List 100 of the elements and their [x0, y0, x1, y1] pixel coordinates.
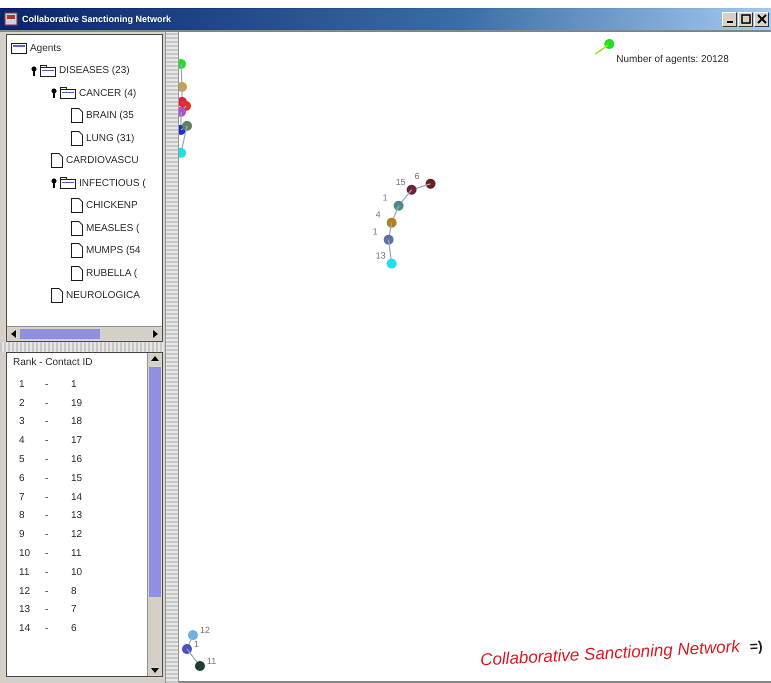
agent-node[interactable] [386, 258, 397, 269]
tree-item[interactable]: NEUROLOGICA [66, 290, 140, 302]
node-label: 13 [376, 250, 386, 261]
expand-handle-icon[interactable] [31, 66, 37, 76]
tree-item[interactable]: MEASLES ( [86, 222, 140, 234]
tree-item[interactable]: DISEASES (23) [59, 65, 130, 76]
separator-dash: - [45, 586, 50, 597]
maximize-button[interactable] [738, 12, 753, 26]
tree-item[interactable]: CANCER (4) [79, 88, 136, 99]
document-icon [71, 108, 83, 124]
agent-node[interactable] [386, 218, 397, 228]
contact-id: 10 [71, 566, 84, 578]
contact-id: 6 [71, 623, 78, 634]
separator-dash: - [45, 566, 50, 578]
scroll-up-icon[interactable] [151, 355, 159, 363]
contact-id: 14 [71, 492, 84, 503]
window-title: Collaborative Sanctioning Network [22, 14, 172, 24]
minimize-icon [726, 21, 732, 23]
close-icon [756, 14, 766, 24]
node-label: 12 [200, 625, 210, 636]
contact-id: 8 [71, 586, 78, 597]
document-icon [51, 153, 63, 168]
contact-id: 7 [71, 604, 78, 616]
agent-node[interactable] [182, 644, 192, 654]
document-icon [71, 198, 83, 214]
agent-node[interactable] [188, 630, 198, 640]
folder-icon [60, 87, 76, 100]
close-button[interactable] [754, 12, 769, 26]
rank-value: 5 [18, 454, 26, 466]
folder-icon [40, 64, 56, 77]
edge-line [594, 44, 609, 55]
document-icon [71, 243, 83, 258]
document-icon [71, 220, 83, 236]
agent-node[interactable] [394, 200, 404, 211]
separator-dash: - [45, 454, 50, 466]
tree-item[interactable]: CHICKENP [86, 200, 138, 212]
separator-dash: - [45, 510, 50, 522]
document-icon [51, 288, 63, 304]
expand-handle-icon[interactable] [51, 88, 57, 98]
agent-node[interactable] [426, 178, 436, 189]
agent-node[interactable] [179, 106, 186, 117]
banner-text: Collaborative Sanctioning Network [480, 636, 741, 670]
separator-dash: - [45, 548, 50, 560]
folder-icon [60, 177, 76, 190]
rank-value: 6 [18, 472, 26, 484]
separator-dash: - [45, 398, 50, 409]
rank-value: 8 [18, 510, 26, 522]
tree-item[interactable]: MUMPS (54 [86, 245, 140, 256]
vertical-scrollbar[interactable] [147, 353, 162, 676]
contact-id: 18 [71, 416, 84, 428]
rank-value: 11 [18, 566, 30, 578]
agent-node[interactable] [179, 148, 186, 158]
separator-dash: - [45, 472, 50, 484]
agent-node[interactable] [179, 58, 186, 69]
tree-item[interactable]: INFECTIOUS ( [79, 178, 146, 189]
rank-value: 3 [18, 416, 26, 428]
node-label: 11 [206, 656, 216, 666]
node-label: 1 [382, 192, 388, 203]
agent-node[interactable] [384, 234, 394, 245]
rank-value: 7 [18, 492, 26, 503]
separator-dash: - [45, 529, 50, 540]
scroll-right-icon[interactable] [151, 330, 159, 338]
contact-id: 16 [71, 454, 84, 466]
maximize-icon [740, 14, 750, 24]
scroll-down-icon[interactable] [151, 666, 159, 674]
tree-item[interactable]: Agents [30, 42, 62, 54]
separator-dash: - [45, 492, 50, 503]
rank-value: 12 [18, 586, 32, 597]
node-label: 4 [376, 210, 381, 220]
scroll-left-icon[interactable] [10, 330, 18, 338]
tree-item[interactable]: CARDIOVASCU [66, 155, 139, 166]
contact-id: 13 [71, 510, 84, 522]
agent-node[interactable] [604, 39, 614, 49]
expand-handle-icon[interactable] [51, 178, 57, 188]
contact-id: 17 [71, 435, 84, 446]
contact-id: 19 [71, 398, 84, 409]
rank-value: 4 [18, 435, 26, 446]
separator-dash: - [45, 416, 50, 428]
agent-node[interactable] [182, 120, 192, 131]
document-icon [71, 266, 83, 281]
rank-value: 1 [18, 378, 26, 390]
rank-value: 14 [18, 623, 32, 634]
separator-dash: - [45, 435, 50, 446]
horizontal-scrollbar[interactable] [7, 326, 162, 341]
document-icon [71, 130, 83, 146]
agent-node[interactable] [179, 82, 187, 92]
rank-value: 9 [18, 529, 26, 540]
separator-dash: - [45, 378, 50, 390]
separator-dash: - [45, 604, 50, 616]
tree-item[interactable]: RUBELLA ( [86, 268, 138, 279]
contact-id: 12 [71, 529, 84, 540]
contact-id: 15 [71, 472, 84, 484]
tree-item[interactable]: LUNG (31) [86, 132, 134, 144]
agent-node[interactable] [194, 661, 205, 672]
rank-value: 13 [18, 604, 32, 616]
smiley-text: =) [750, 638, 764, 654]
contact-id: 1 [71, 378, 78, 390]
minimize-button[interactable] [722, 12, 737, 26]
agent-node[interactable] [406, 184, 417, 195]
tree-item[interactable]: BRAIN (35 [86, 110, 134, 122]
